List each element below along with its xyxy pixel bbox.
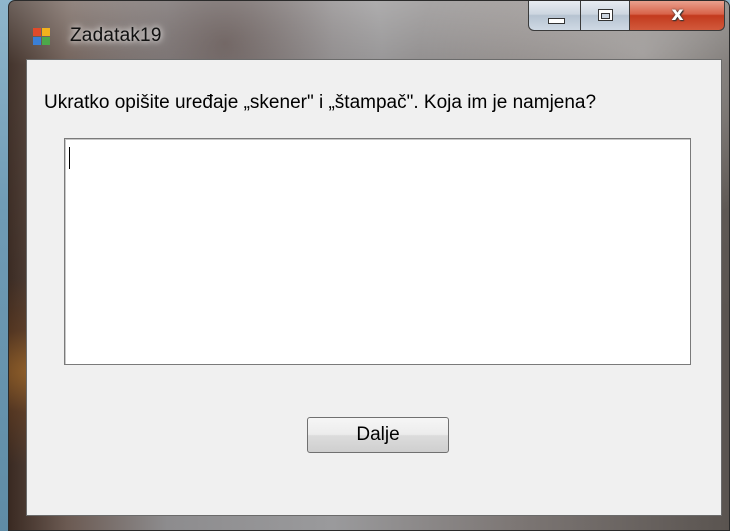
maximize-button[interactable]	[581, 1, 630, 31]
question-label: Ukratko opišite uređaje „skener" i „štam…	[44, 92, 597, 113]
form-client-area: Ukratko opišite uređaje „skener" i „štam…	[26, 59, 722, 516]
maximize-icon	[598, 9, 613, 21]
app-window: Zadatak19 x Ukratko opišite uređaje „ske…	[8, 0, 730, 531]
caption-buttons: x	[528, 1, 725, 31]
text-caret	[69, 147, 70, 169]
next-button[interactable]: Dalje	[307, 417, 449, 453]
minimize-button[interactable]	[528, 1, 581, 31]
answer-textarea[interactable]	[64, 138, 691, 365]
window-title: Zadatak19	[70, 25, 162, 46]
windows-form-icon	[33, 28, 51, 46]
title-bar[interactable]: Zadatak19 x	[9, 1, 729, 59]
close-button[interactable]: x	[630, 1, 725, 31]
minimize-icon	[548, 18, 565, 24]
close-icon: x	[671, 3, 684, 25]
